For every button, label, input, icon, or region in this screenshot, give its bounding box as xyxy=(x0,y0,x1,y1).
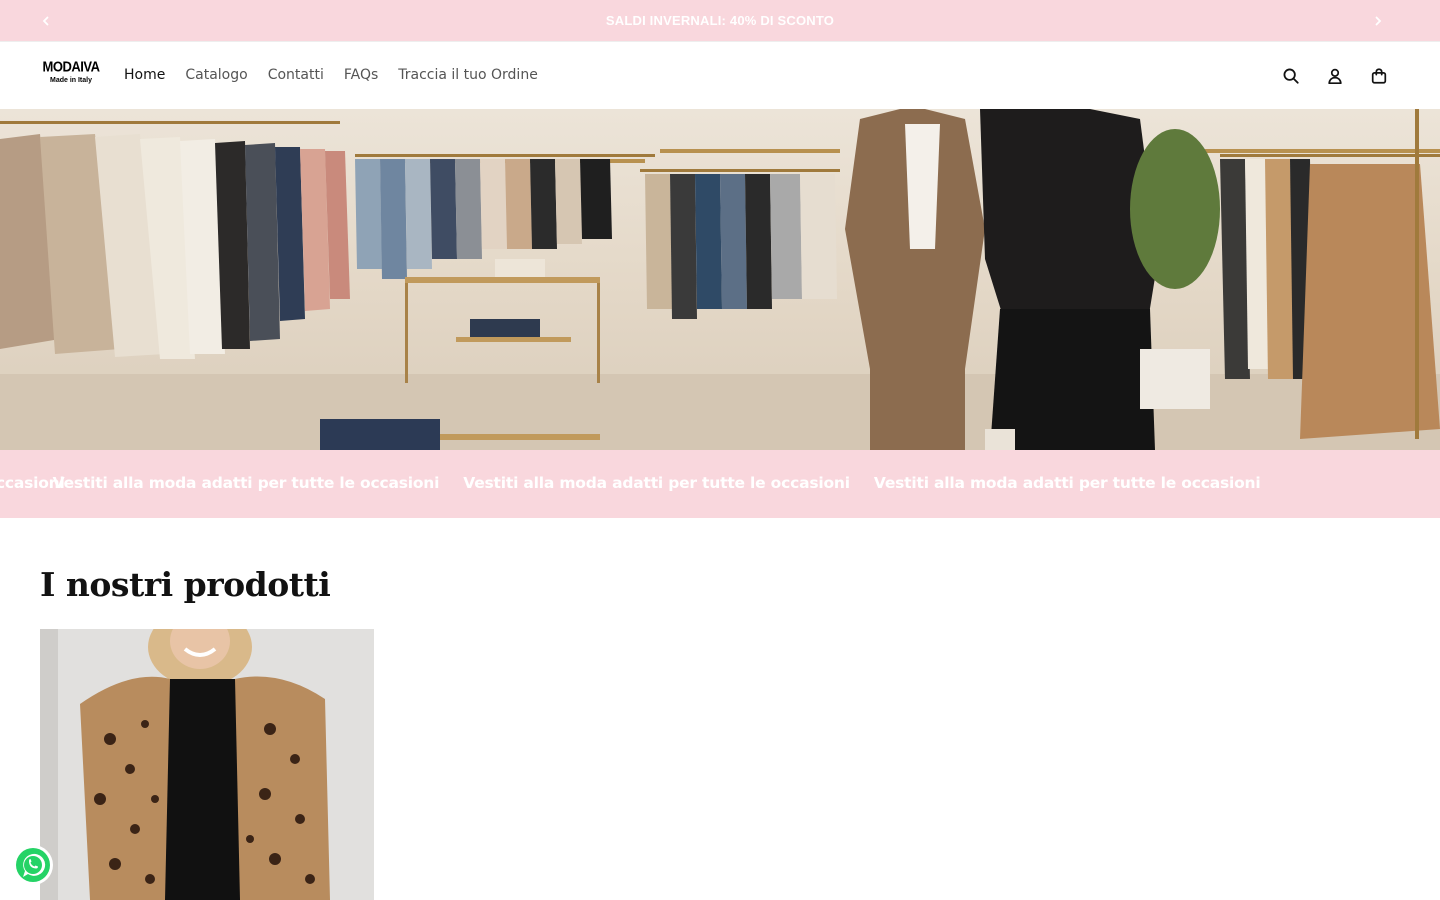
account-icon xyxy=(1328,68,1342,85)
announcement-prev-button[interactable] xyxy=(36,11,56,31)
cart-icon xyxy=(1371,68,1387,84)
marquee-item: Vestiti alla moda adatti per tutte le oc… xyxy=(52,474,440,492)
whatsapp-button[interactable] xyxy=(12,844,54,886)
marquee-track: Vestiti alla moda adatti per tutte le oc… xyxy=(0,474,1261,492)
announcement-next-button[interactable] xyxy=(1368,11,1388,31)
nav-item-contatti[interactable]: Contatti xyxy=(268,65,324,85)
main-nav: Home Catalogo Contatti FAQs Traccia il t… xyxy=(124,65,538,85)
whatsapp-icon xyxy=(13,845,53,885)
chevron-left-icon xyxy=(42,16,49,26)
products-section-title: I nostri prodotti xyxy=(40,565,331,604)
nav-item-faqs[interactable]: FAQs xyxy=(344,65,378,85)
nav-item-home[interactable]: Home xyxy=(124,65,165,85)
marquee-item: Vestiti alla moda adatti per tutte le oc… xyxy=(873,474,1261,492)
account-button[interactable] xyxy=(1324,65,1346,87)
cart-button[interactable] xyxy=(1368,65,1390,87)
marquee-item: Vestiti alla moda adatti per tutte le oc… xyxy=(463,474,850,492)
marquee-banner: Vestiti alla moda adatti per tutte le oc… xyxy=(0,450,1440,518)
search-button[interactable] xyxy=(1280,65,1302,87)
nav-item-traccia-ordine[interactable]: Traccia il tuo Ordine xyxy=(398,65,538,85)
announcement-text: SALDI INVERNALI: 40% DI SCONTO xyxy=(605,13,835,28)
hero-banner xyxy=(0,109,1440,450)
product-card[interactable] xyxy=(40,629,374,900)
site-logo[interactable]: MODAIVA Made in Italy xyxy=(40,57,102,93)
search-icon xyxy=(1283,68,1299,84)
site-header: MODAIVA Made in Italy Home Catalogo Cont… xyxy=(0,43,1440,109)
logo-name: MODAIVA xyxy=(42,57,100,76)
logo-tagline: Made in Italy xyxy=(49,77,92,84)
announcement-bar: SALDI INVERNALI: 40% DI SCONTO xyxy=(0,0,1440,42)
header-icons xyxy=(1280,65,1390,87)
hero-image xyxy=(0,109,1440,450)
chevron-right-icon xyxy=(1375,16,1382,26)
product-image xyxy=(40,629,374,900)
nav-item-catalogo[interactable]: Catalogo xyxy=(185,65,247,85)
